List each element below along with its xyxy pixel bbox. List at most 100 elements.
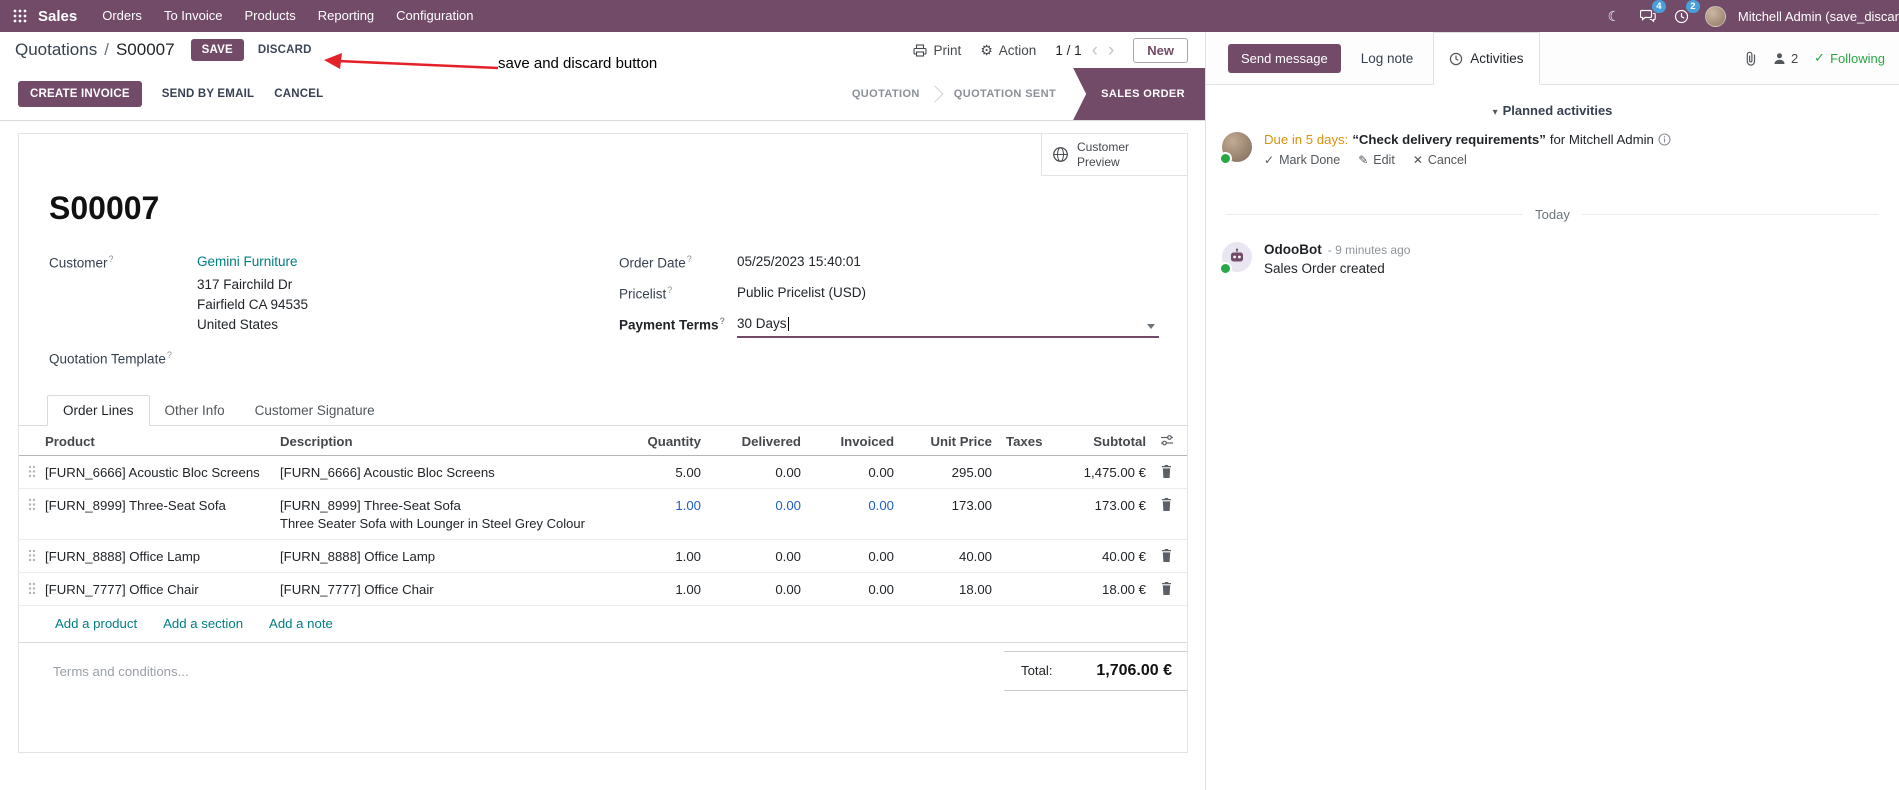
customer-value-link[interactable]: Gemini Furniture	[197, 254, 298, 271]
menu-products[interactable]: Products	[233, 0, 306, 32]
menu-configuration[interactable]: Configuration	[385, 0, 484, 32]
cell-unit-price[interactable]: 295.00	[894, 456, 992, 480]
delete-row-icon[interactable]	[1146, 456, 1187, 481]
address-line-1: 317 Fairchild Dr	[197, 277, 293, 292]
control-panel-right: Print ⚙ Action 1 / 1 ‹ › New	[913, 37, 1188, 63]
create-invoice-button[interactable]: CREATE INVOICE	[18, 81, 142, 107]
cell-quantity[interactable]: 1.00	[613, 573, 701, 597]
cell-invoiced[interactable]: 0.00	[801, 540, 894, 564]
activities-clock-icon[interactable]: 2	[1671, 0, 1700, 27]
drag-handle-icon[interactable]	[19, 540, 45, 565]
send-by-email-button[interactable]: SEND BY EMAIL	[162, 88, 254, 100]
mark-done-button[interactable]: ✓ Mark Done	[1264, 153, 1340, 167]
payment-terms-field-row: Payment Terms? 30 Days	[619, 316, 1159, 338]
cell-delivered[interactable]: 0.00	[701, 573, 801, 597]
dark-mode-moon-icon[interactable]: ☾	[1603, 5, 1625, 27]
cell-taxes[interactable]	[992, 489, 1052, 498]
cell-subtotal: 1,475.00 €	[1083, 465, 1146, 480]
header-description: Description	[280, 434, 353, 449]
info-icon[interactable]	[1658, 133, 1671, 146]
tab-order-lines[interactable]: Order Lines	[47, 395, 150, 426]
save-button[interactable]: SAVE	[190, 39, 244, 61]
chatter-toolbar-right: 2 ✓ Following	[1744, 50, 1899, 66]
activities-tab[interactable]: Activities	[1433, 32, 1540, 85]
order-date-label: Order Date?	[619, 254, 692, 271]
payment-terms-input[interactable]: 30 Days	[737, 316, 1159, 338]
cell-invoiced[interactable]: 0.00	[801, 573, 894, 597]
discard-button[interactable]: DISCARD	[258, 44, 312, 56]
delete-row-icon[interactable]	[1146, 573, 1187, 598]
status-step-quotation-sent[interactable]: QUOTATION SENT	[937, 68, 1073, 120]
breadcrumb-quotations[interactable]: Quotations	[15, 40, 97, 60]
planned-activities-toggle[interactable]: ▾ Planned activities	[1206, 103, 1899, 118]
optional-columns-icon[interactable]	[1146, 426, 1187, 449]
cell-quantity[interactable]: 1.00	[613, 540, 701, 564]
edit-activity-button[interactable]: ✎ Edit	[1358, 153, 1395, 167]
cell-unit-price[interactable]: 173.00	[894, 489, 992, 513]
table-header-row: Product Description Quantity Delivered I…	[19, 426, 1187, 456]
cell-delivered[interactable]: 0.00	[701, 540, 801, 564]
print-button[interactable]: Print	[913, 43, 961, 58]
pager-previous-icon[interactable]: ‹	[1092, 41, 1098, 60]
drag-handle-icon[interactable]	[19, 573, 45, 598]
cell-product[interactable]: [FURN_8999] Three-Seat Sofa	[45, 489, 280, 513]
add-product-link[interactable]: Add a product	[55, 616, 137, 631]
cell-quantity[interactable]: 5.00	[613, 456, 701, 480]
delete-row-icon[interactable]	[1146, 489, 1187, 514]
menu-to-invoice[interactable]: To Invoice	[153, 0, 234, 32]
delete-row-icon[interactable]	[1146, 540, 1187, 565]
globe-icon	[1053, 147, 1068, 162]
status-step-sales-order[interactable]: SALES ORDER	[1073, 68, 1205, 120]
messages-icon[interactable]: 4	[1637, 0, 1666, 27]
cell-invoiced[interactable]: 0.00	[801, 456, 894, 480]
cell-product[interactable]: [FURN_6666] Acoustic Bloc Screens	[45, 456, 280, 480]
cell-description[interactable]: [FURN_6666] Acoustic Bloc Screens	[280, 456, 613, 480]
tab-other-info[interactable]: Other Info	[150, 396, 240, 425]
apps-grid-icon[interactable]	[8, 4, 32, 28]
app-brand-sales[interactable]: Sales	[38, 8, 77, 25]
status-step-quotation[interactable]: QUOTATION	[835, 68, 937, 120]
cell-taxes[interactable]	[992, 456, 1052, 465]
pricelist-value[interactable]: Public Pricelist (USD)	[737, 285, 866, 302]
pager-next-icon[interactable]: ›	[1108, 41, 1114, 60]
cell-description[interactable]: [FURN_8999] Three-Seat Sofa Three Seater…	[280, 489, 613, 531]
customer-preview-button[interactable]: Customer Preview	[1041, 134, 1187, 176]
cell-taxes[interactable]	[992, 540, 1052, 549]
order-date-value[interactable]: 05/25/2023 15:40:01	[737, 254, 861, 271]
new-button[interactable]: New	[1133, 37, 1188, 63]
cell-quantity[interactable]: 1.00	[613, 489, 701, 513]
following-button[interactable]: ✓ Following	[1814, 50, 1885, 66]
cell-unit-price[interactable]: 40.00	[894, 540, 992, 564]
followers-button[interactable]: 2	[1773, 51, 1798, 66]
dropdown-caret-icon[interactable]	[1147, 324, 1155, 329]
cancel-button[interactable]: CANCEL	[274, 88, 323, 100]
cell-product[interactable]: [FURN_8888] Office Lamp	[45, 540, 280, 564]
cell-delivered[interactable]: 0.00	[701, 456, 801, 480]
action-menu-button[interactable]: ⚙ Action	[980, 43, 1036, 58]
followers-count: 2	[1790, 50, 1799, 66]
cell-taxes[interactable]	[992, 573, 1052, 582]
cell-product[interactable]: [FURN_7777] Office Chair	[45, 573, 280, 597]
send-message-button[interactable]: Send message	[1228, 43, 1341, 73]
terms-and-conditions-input[interactable]: Terms and conditions...	[53, 664, 189, 679]
drag-handle-icon[interactable]	[19, 489, 45, 514]
user-name[interactable]: Mitchell Admin (save_discar	[1738, 9, 1899, 24]
cell-invoiced[interactable]: 0.00	[801, 489, 894, 513]
cell-delivered[interactable]: 0.00	[701, 489, 801, 513]
drag-handle-icon[interactable]	[19, 456, 45, 481]
add-note-link[interactable]: Add a note	[269, 616, 333, 631]
cell-unit-price[interactable]: 18.00	[894, 573, 992, 597]
cancel-activity-button[interactable]: ✕ Cancel	[1413, 153, 1467, 167]
quotation-template-field-row[interactable]: Quotation Template?	[49, 350, 197, 367]
menu-reporting[interactable]: Reporting	[307, 0, 385, 32]
attachments-button[interactable]	[1744, 51, 1757, 66]
tab-customer-signature[interactable]: Customer Signature	[240, 396, 390, 425]
menu-orders[interactable]: Orders	[91, 0, 153, 32]
cell-description[interactable]: [FURN_7777] Office Chair	[280, 573, 613, 597]
message-body: Sales Order created	[1264, 261, 1385, 276]
user-avatar[interactable]	[1704, 5, 1726, 27]
add-section-link[interactable]: Add a section	[163, 616, 243, 631]
cell-description[interactable]: [FURN_8888] Office Lamp	[280, 540, 613, 564]
message-author[interactable]: OdooBot	[1264, 242, 1322, 257]
log-note-button[interactable]: Log note	[1361, 51, 1414, 66]
